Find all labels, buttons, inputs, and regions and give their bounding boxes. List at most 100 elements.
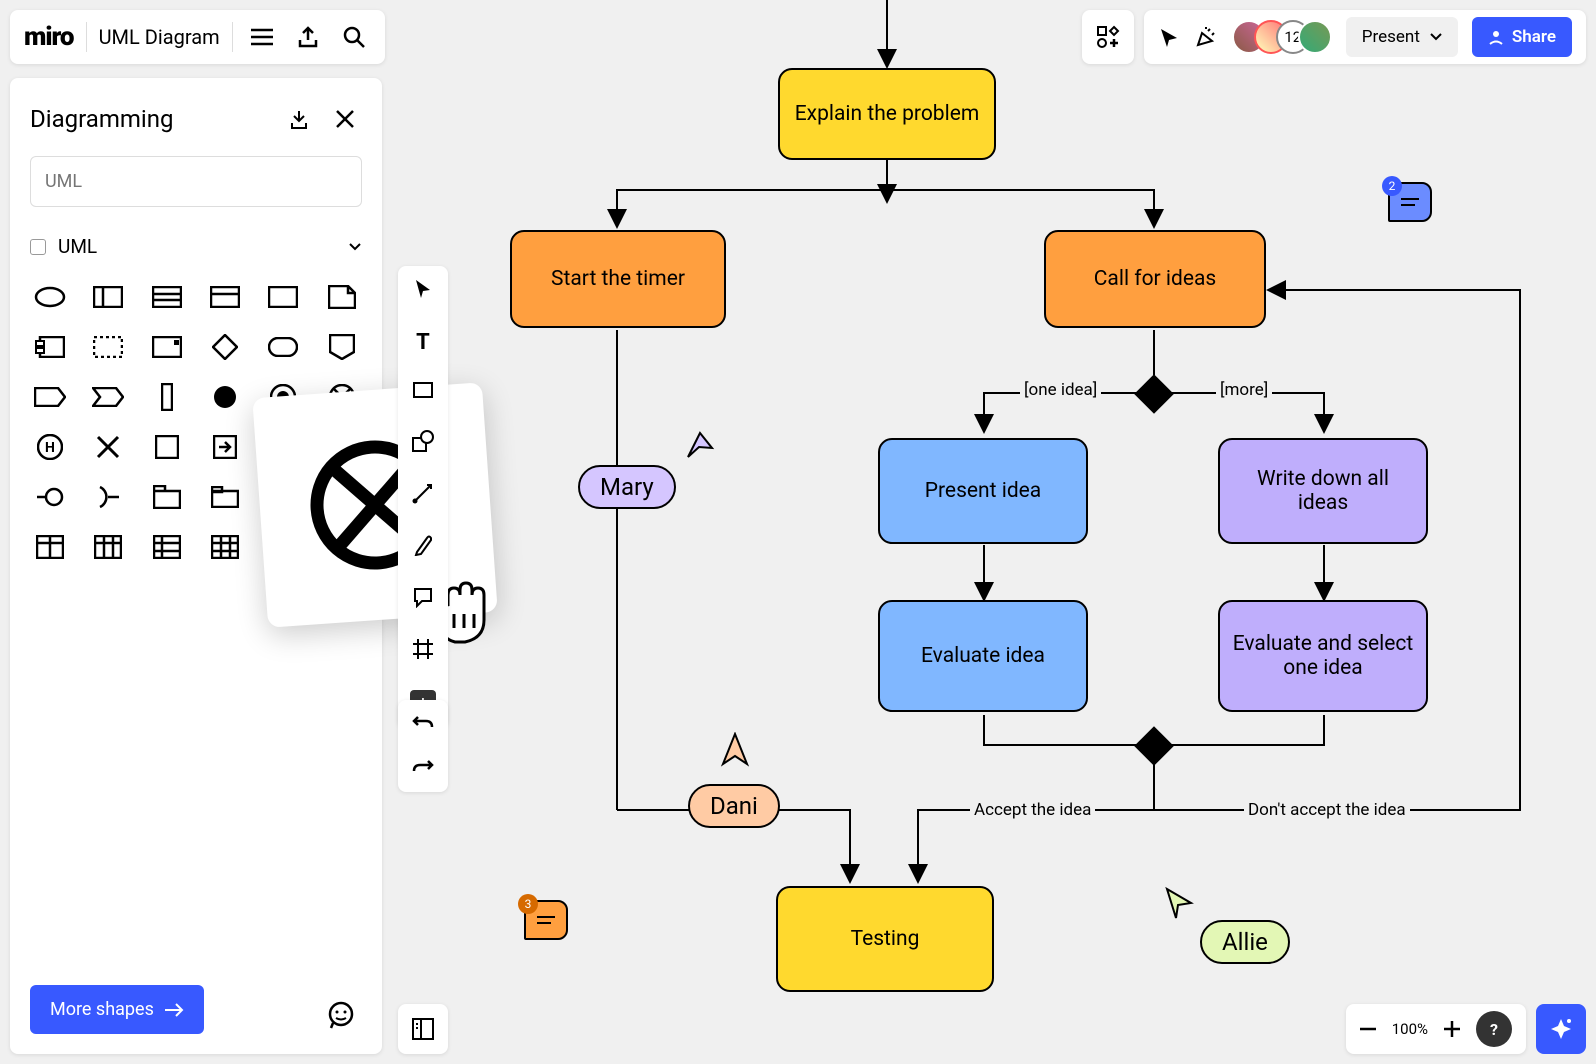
node-explain[interactable]: Explain the problem [778,68,996,160]
node-evaluate-select[interactable]: Evaluate and select one idea [1218,600,1428,712]
sparkle-icon [1548,1016,1574,1042]
shape-class[interactable] [147,282,187,312]
panel-toggle[interactable] [398,1004,448,1054]
logo[interactable]: miro [24,22,74,52]
zoom-out-icon[interactable] [1360,1027,1376,1031]
shape-note[interactable] [322,282,362,312]
node-testing[interactable]: Testing [776,886,994,992]
chevron-down-icon [1430,33,1442,41]
more-shapes-label: More shapes [50,999,154,1020]
sticky-tool[interactable] [413,382,433,404]
shape-rect-corner[interactable] [147,332,187,362]
cursor-tag-allie: Allie [1200,920,1290,964]
sidebar-icon [412,1018,434,1040]
zoom-percent[interactable]: 100% [1392,1020,1428,1038]
share-button[interactable]: Share [1472,17,1572,57]
shape-rect[interactable] [263,282,303,312]
comment-bubble-1[interactable]: 2 [1388,182,1432,222]
node-start-timer[interactable]: Start the timer [510,230,726,328]
export-icon[interactable] [291,20,325,54]
close-icon[interactable] [328,102,362,136]
zoom-in-icon[interactable] [1444,1021,1460,1037]
shape-ellipse[interactable] [30,282,70,312]
shape-package[interactable] [147,482,187,512]
frame-tool[interactable] [412,638,434,664]
shape-filled-circle[interactable] [205,382,245,412]
shape-object[interactable] [88,282,128,312]
feedback-icon[interactable] [324,998,358,1032]
board-title[interactable]: UML Diagram [99,25,220,49]
comment-badge: 3 [518,894,538,914]
user-plus-icon [1488,29,1504,45]
cursor-name: Mary [600,473,654,501]
apps-icon [1096,25,1120,49]
cursor-pointer-mary [685,430,715,460]
search-icon[interactable] [337,20,371,54]
search-input[interactable] [30,156,362,207]
shape-rounded-rect[interactable] [263,332,303,362]
ai-button[interactable] [1536,1004,1586,1054]
decision-diamond-1[interactable] [1134,374,1174,414]
comment-tool[interactable] [412,586,434,612]
shape-tool[interactable] [412,430,434,456]
pen-tool[interactable] [413,534,433,560]
edge-label-one-idea: [one idea] [1020,380,1101,400]
menu-icon[interactable] [245,20,279,54]
shape-history[interactable]: H [30,432,70,462]
node-evaluate-idea[interactable]: Evaluate idea [878,600,1088,712]
chevron-down-icon [348,242,362,252]
help-button[interactable]: ? [1476,1011,1512,1047]
avatar-stack[interactable]: 12 [1232,20,1332,54]
shape-header-rect[interactable] [205,282,245,312]
cursor-name: Allie [1222,928,1268,956]
shape-table-sidebar[interactable] [147,532,187,562]
node-label: Evaluate and select one idea [1230,632,1416,680]
shape-square-arrow[interactable] [205,432,245,462]
shape-shield[interactable] [322,332,362,362]
node-present-idea[interactable]: Present idea [878,438,1088,544]
node-label: Write down all ideas [1230,467,1416,515]
comment-bubble-2[interactable]: 3 [524,900,568,940]
shape-required-interface[interactable] [88,482,128,512]
shape-component[interactable] [30,332,70,362]
shape-table-3col[interactable] [88,532,128,562]
shape-grid-full[interactable] [205,532,245,562]
checkbox-icon[interactable] [30,239,46,255]
text-tool[interactable]: T [413,330,433,356]
shape-provided-interface[interactable] [30,482,70,512]
apps-chip[interactable] [1082,10,1134,64]
import-icon[interactable] [282,102,316,136]
select-tool[interactable] [413,278,433,304]
undo-button[interactable] [412,714,434,734]
edge-label-accept: Accept the idea [970,800,1095,820]
divider [86,22,87,52]
shape-table-2col[interactable] [30,532,70,562]
decision-diamond-2[interactable] [1134,726,1174,766]
celebrate-icon[interactable] [1194,25,1218,49]
shape-diamond[interactable] [205,332,245,362]
redo-button[interactable] [412,758,434,778]
shape-bar-vertical[interactable] [147,382,187,412]
node-label: Evaluate idea [921,644,1045,668]
pointer-icon[interactable] [1158,26,1180,48]
category-header[interactable]: UML [30,227,362,266]
present-button[interactable]: Present [1346,17,1458,57]
more-shapes-button[interactable]: More shapes [30,985,204,1034]
present-label: Present [1362,27,1420,47]
category-label: UML [58,235,97,258]
node-write-down[interactable]: Write down all ideas [1218,438,1428,544]
cursor-pointer-dani [720,732,750,768]
panel-title: Diagramming [30,105,174,133]
node-call-ideas[interactable]: Call for ideas [1044,230,1266,328]
shape-folder-tab[interactable] [205,482,245,512]
node-label: Start the timer [551,267,685,291]
shape-receive-signal[interactable] [88,382,128,412]
shape-dashed-rect[interactable] [88,332,128,362]
shape-send-signal[interactable] [30,382,70,412]
line-tool[interactable] [412,482,434,508]
svg-text:T: T [416,330,430,352]
arrow-right-icon [164,1003,184,1017]
shape-square[interactable] [147,432,187,462]
shape-x[interactable] [88,432,128,462]
cursor-pointer-allie [1164,886,1194,920]
